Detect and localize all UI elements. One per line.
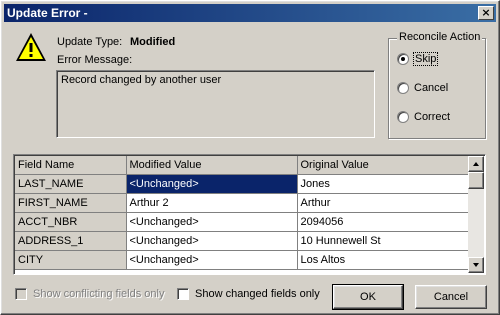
column-header-field-name[interactable]: Field Name — [15, 156, 127, 175]
warning-icon — [16, 33, 46, 61]
reconcile-action-title: Reconcile Action — [397, 31, 483, 43]
scroll-down-button[interactable] — [468, 257, 484, 273]
field-name-cell: CITY — [15, 250, 127, 270]
table-row[interactable]: CITY <Unchanged> Los Altos — [15, 250, 471, 270]
modified-value-cell[interactable]: <Unchanged> — [126, 174, 298, 194]
table-row[interactable]: ADDRESS_1 <Unchanged> 10 Hunnewell St — [15, 231, 471, 251]
show-changed-label: Show changed fields only — [195, 288, 320, 300]
radio-skip-label: Skip — [412, 52, 439, 66]
original-value-cell[interactable]: Arthur — [297, 193, 471, 213]
original-value-cell[interactable]: Jones — [297, 174, 471, 194]
column-header-modified-value[interactable]: Modified Value — [126, 156, 298, 175]
field-name-cell: ACCT_NBR — [15, 212, 127, 232]
fields-table: Field Name Modified Value Original Value… — [15, 156, 471, 270]
modified-value-cell[interactable]: <Unchanged> — [126, 231, 298, 251]
modified-value-cell[interactable]: <Unchanged> — [126, 250, 298, 270]
window-title: Update Error - — [7, 6, 88, 20]
error-message-label: Error Message: — [57, 54, 133, 66]
radio-unselected-icon — [397, 111, 409, 123]
checkbox-box — [15, 288, 27, 300]
radio-cancel-label: Cancel — [414, 82, 449, 94]
cancel-button[interactable]: Cancel — [415, 285, 487, 309]
column-header-original-value[interactable]: Original Value — [297, 156, 471, 175]
show-changed-checkbox[interactable]: Show changed fields only — [177, 288, 320, 300]
show-conflicting-checkbox[interactable]: Show conflicting fields only — [15, 288, 164, 300]
radio-skip[interactable]: Skip — [397, 52, 439, 66]
update-type-label: Update Type: — [57, 36, 123, 48]
field-name-cell: FIRST_NAME — [15, 193, 127, 213]
title-bar[interactable]: Update Error - × — [4, 4, 496, 22]
close-button[interactable]: × — [478, 6, 494, 20]
fields-grid[interactable]: Field Name Modified Value Original Value… — [13, 154, 486, 275]
scroll-thumb[interactable] — [468, 172, 484, 189]
original-value-cell[interactable]: 2094056 — [297, 212, 471, 232]
radio-unselected-icon — [397, 82, 409, 94]
ok-button[interactable]: OK — [332, 284, 404, 310]
field-name-cell: LAST_NAME — [15, 174, 127, 194]
modified-value-cell[interactable]: Arthur 2 — [126, 193, 298, 213]
error-message-text: Record changed by another user — [61, 74, 222, 86]
original-value-cell[interactable]: 10 Hunnewell St — [297, 231, 471, 251]
checkbox-box — [177, 288, 189, 300]
radio-cancel[interactable]: Cancel — [397, 82, 448, 94]
table-row[interactable]: FIRST_NAME Arthur 2 Arthur — [15, 193, 471, 213]
show-conflicting-label: Show conflicting fields only — [33, 288, 165, 300]
arrow-up-icon — [473, 162, 479, 166]
grid-header-row: Field Name Modified Value Original Value — [15, 156, 471, 175]
radio-correct-label: Correct — [414, 111, 451, 123]
table-row[interactable]: ACCT_NBR <Unchanged> 2094056 — [15, 212, 471, 232]
scroll-up-button[interactable] — [468, 156, 484, 172]
update-type-value: Modified — [130, 36, 176, 48]
field-name-cell: ADDRESS_1 — [15, 231, 127, 251]
update-error-dialog: Update Error - × Update Type: Modified E… — [0, 0, 500, 315]
arrow-down-icon — [473, 263, 479, 267]
radio-selected-icon — [397, 53, 409, 65]
close-icon: × — [481, 6, 491, 19]
modified-value-cell[interactable]: <Unchanged> — [126, 212, 298, 232]
original-value-cell[interactable]: Los Altos — [297, 250, 471, 270]
table-row[interactable]: LAST_NAME <Unchanged> Jones — [15, 174, 471, 194]
error-message-box[interactable]: Record changed by another user — [56, 70, 375, 138]
vertical-scrollbar[interactable] — [468, 156, 484, 273]
radio-correct[interactable]: Correct — [397, 111, 450, 123]
